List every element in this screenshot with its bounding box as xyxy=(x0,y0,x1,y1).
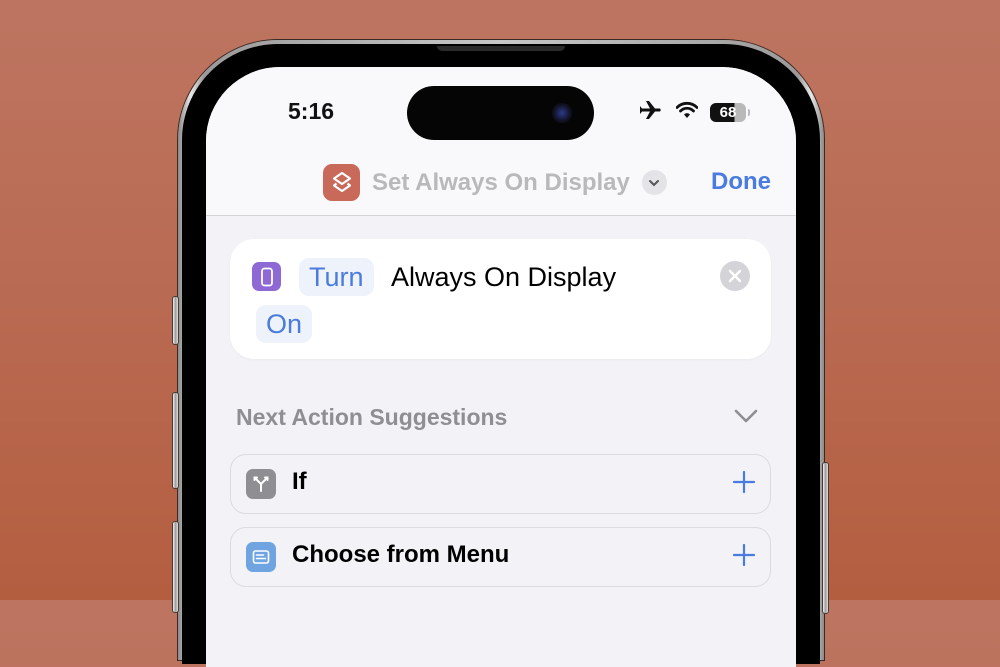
add-icon[interactable] xyxy=(732,470,756,499)
battery-level: 68 xyxy=(719,104,737,121)
chevron-down-icon[interactable] xyxy=(641,170,667,195)
suggestions-header: Next Action Suggestions xyxy=(236,404,508,430)
battery-icon: 68 xyxy=(710,103,750,122)
collapse-chevron-icon[interactable] xyxy=(734,409,758,428)
shortcut-title-menu[interactable]: Set Always On Display xyxy=(323,164,667,201)
status-icons: 68 xyxy=(640,100,750,125)
suggestion-label: If xyxy=(292,468,307,495)
iphone-icon xyxy=(252,262,281,291)
action-card[interactable]: Turn Always On Display On xyxy=(230,239,771,359)
add-icon[interactable] xyxy=(732,543,756,572)
state-token[interactable]: On xyxy=(256,305,313,343)
power-button xyxy=(823,463,828,613)
wifi-icon xyxy=(675,101,699,124)
suggestion-if[interactable]: If xyxy=(230,454,771,514)
done-button[interactable]: Done xyxy=(711,168,771,196)
status-time: 5:16 xyxy=(288,98,335,124)
shortcut-title: Set Always On Display xyxy=(372,168,630,196)
navigation-header: 5:16 68 Set Always On Display Done xyxy=(206,67,796,216)
menu-icon xyxy=(246,542,276,572)
volume-up-button xyxy=(173,393,178,488)
shortcuts-layers-icon xyxy=(323,164,360,201)
airplane-icon xyxy=(640,100,664,125)
close-icon xyxy=(728,269,742,283)
action-button xyxy=(173,297,178,344)
action-description: Always On Display xyxy=(391,262,617,292)
turn-token[interactable]: Turn xyxy=(299,258,374,296)
front-camera-icon xyxy=(552,103,572,123)
screen: 5:16 68 Set Always On Display Done Turn … xyxy=(206,67,796,667)
volume-down-button xyxy=(173,522,178,612)
speaker-slit xyxy=(437,46,565,51)
remove-action-button[interactable] xyxy=(720,261,750,291)
branch-icon xyxy=(246,469,276,499)
suggestion-label: Choose from Menu xyxy=(292,541,510,568)
suggestion-choose-from-menu[interactable]: Choose from Menu xyxy=(230,527,771,587)
dynamic-island xyxy=(407,86,594,140)
